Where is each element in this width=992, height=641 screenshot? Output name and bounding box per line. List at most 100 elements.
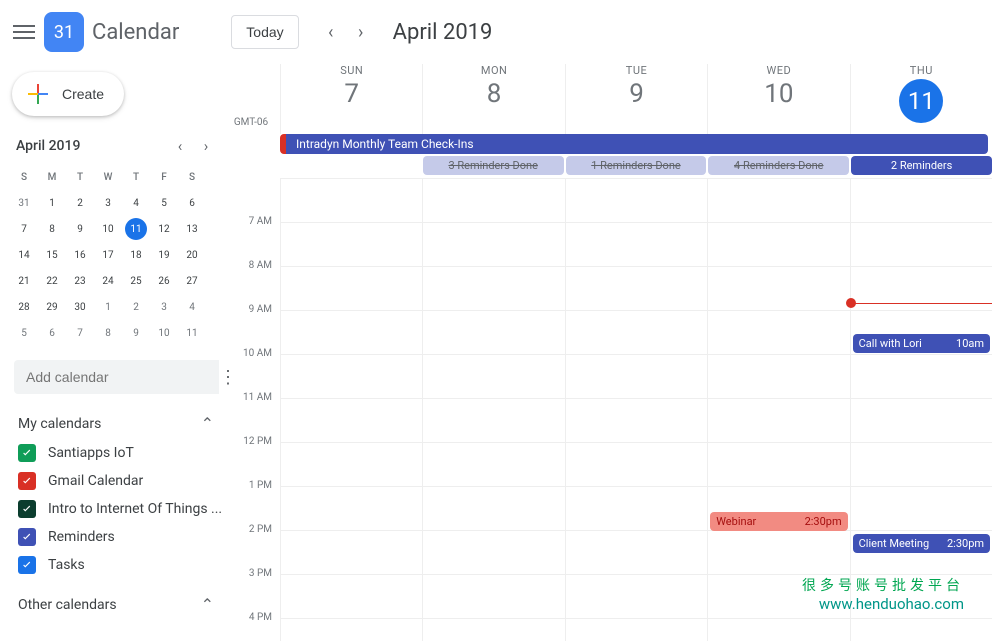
day-header[interactable]: TUE9 xyxy=(565,64,707,134)
mini-day-cell[interactable]: 6 xyxy=(38,320,66,346)
day-column[interactable] xyxy=(422,178,564,641)
day-column[interactable]: Webinar2:30pm xyxy=(707,178,849,641)
mini-day-cell[interactable]: 18 xyxy=(122,242,150,268)
mini-day-cell[interactable]: 2 xyxy=(66,190,94,216)
mini-day-cell[interactable]: 10 xyxy=(94,216,122,242)
day-column[interactable]: Call with Lori10am Client Meeting2:30pm xyxy=(850,178,992,641)
hour-label: 3 PM xyxy=(222,568,280,612)
mini-day-cell[interactable]: 4 xyxy=(122,190,150,216)
mini-day-cell[interactable]: 31 xyxy=(10,190,38,216)
mini-day-cell[interactable]: 15 xyxy=(38,242,66,268)
mini-day-cell[interactable]: 9 xyxy=(122,320,150,346)
calendar-item[interactable]: Intro to Internet Of Things ... xyxy=(14,495,222,523)
event-title: Webinar xyxy=(716,515,756,528)
calendar-event[interactable]: Webinar2:30pm xyxy=(710,512,847,531)
reminder-chip[interactable]: 3 Reminders Done xyxy=(423,156,564,175)
mini-next-button[interactable]: › xyxy=(194,134,218,158)
mini-day-cell[interactable]: 11 xyxy=(125,218,147,240)
allday-track: Intradyn Monthly Team Check-Ins 3 Remind… xyxy=(280,134,992,178)
my-calendars-header[interactable]: My calendars ⌃ xyxy=(14,408,222,439)
mini-day-cell[interactable]: 4 xyxy=(178,294,206,320)
mini-day-cell[interactable]: 3 xyxy=(94,190,122,216)
mini-day-cell[interactable]: 20 xyxy=(178,242,206,268)
mini-day-cell[interactable]: 9 xyxy=(66,216,94,242)
mini-day-cell[interactable]: 8 xyxy=(94,320,122,346)
mini-day-cell[interactable]: 5 xyxy=(150,190,178,216)
reminder-chip[interactable]: 2 Reminders xyxy=(851,156,992,175)
date-range-title: April 2019 xyxy=(393,20,493,45)
other-calendars-section: Other calendars ⌃ xyxy=(14,589,222,620)
mini-day-cell[interactable]: 28 xyxy=(10,294,38,320)
mini-day-cell[interactable]: 13 xyxy=(178,216,206,242)
watermark-cn: 很多号账号批发平台 xyxy=(802,575,964,595)
mini-day-cell[interactable]: 27 xyxy=(178,268,206,294)
mini-day-cell[interactable]: 25 xyxy=(122,268,150,294)
calendar-event[interactable]: Call with Lori10am xyxy=(853,334,990,353)
day-header[interactable]: WED10 xyxy=(707,64,849,134)
mini-day-cell[interactable]: 6 xyxy=(178,190,206,216)
mini-day-cell[interactable]: 8 xyxy=(38,216,66,242)
mini-day-cell[interactable]: 5 xyxy=(10,320,38,346)
menu-icon[interactable] xyxy=(12,20,36,44)
day-headers: GMT-06 SUN7MON8TUE9WED10THU11 xyxy=(222,64,992,134)
mini-dow: W xyxy=(94,164,122,190)
mini-day-cell[interactable]: 29 xyxy=(38,294,66,320)
time-grid[interactable]: 7 AM8 AM9 AM10 AM11 AM12 PM1 PM2 PM3 PM4… xyxy=(222,178,992,641)
mini-day-cell[interactable]: 12 xyxy=(150,216,178,242)
event-time: 10am xyxy=(956,337,984,350)
day-column[interactable] xyxy=(280,178,422,641)
checkbox-icon[interactable] xyxy=(18,500,36,518)
checkbox-icon[interactable] xyxy=(18,556,36,574)
mini-day-cell[interactable]: 7 xyxy=(10,216,38,242)
mini-day-cell[interactable]: 30 xyxy=(66,294,94,320)
mini-day-cell[interactable]: 1 xyxy=(94,294,122,320)
mini-prev-button[interactable]: ‹ xyxy=(168,134,192,158)
prev-week-button[interactable]: ‹ xyxy=(317,18,345,46)
day-header[interactable]: MON8 xyxy=(422,64,564,134)
mini-day-cell[interactable]: 7 xyxy=(66,320,94,346)
create-button[interactable]: Create xyxy=(12,72,124,116)
allday-event[interactable]: Intradyn Monthly Team Check-Ins xyxy=(280,134,988,154)
chevron-up-icon: ⌃ xyxy=(201,414,214,433)
mini-day-cell[interactable]: 10 xyxy=(150,320,178,346)
mini-day-cell[interactable]: 21 xyxy=(10,268,38,294)
mini-day-cell[interactable]: 26 xyxy=(150,268,178,294)
checkbox-icon[interactable] xyxy=(18,472,36,490)
dow-label: MON xyxy=(423,64,564,77)
mini-day-cell[interactable]: 11 xyxy=(178,320,206,346)
mini-day-cell[interactable]: 19 xyxy=(150,242,178,268)
mini-day-cell[interactable]: 2 xyxy=(122,294,150,320)
day-header[interactable]: THU11 xyxy=(850,64,992,134)
next-week-button[interactable]: › xyxy=(347,18,375,46)
mini-day-cell[interactable]: 22 xyxy=(38,268,66,294)
checkbox-icon[interactable] xyxy=(18,444,36,462)
mini-day-cell[interactable]: 16 xyxy=(66,242,94,268)
mini-day-cell[interactable]: 17 xyxy=(94,242,122,268)
calendar-item[interactable]: Santiapps IoT xyxy=(14,439,222,467)
mini-calendar[interactable]: SMTWTFS311234567891011121314151617181920… xyxy=(10,164,222,346)
reminder-chip[interactable]: 4 Reminders Done xyxy=(708,156,849,175)
mini-dow: F xyxy=(150,164,178,190)
mini-day-cell[interactable]: 24 xyxy=(94,268,122,294)
other-calendars-header[interactable]: Other calendars ⌃ xyxy=(14,589,222,620)
calendar-label: Reminders xyxy=(48,529,115,545)
day-header[interactable]: SUN7 xyxy=(280,64,422,134)
section-title: My calendars xyxy=(18,416,101,432)
dow-label: SUN xyxy=(281,64,422,77)
day-column[interactable] xyxy=(565,178,707,641)
checkbox-icon[interactable] xyxy=(18,528,36,546)
mini-day-cell[interactable]: 3 xyxy=(150,294,178,320)
today-button[interactable]: Today xyxy=(231,15,298,49)
calendar-main: GMT-06 SUN7MON8TUE9WED10THU11 Intradyn M… xyxy=(222,64,992,641)
calendar-item[interactable]: Tasks xyxy=(14,551,222,579)
mini-day-cell[interactable]: 1 xyxy=(38,190,66,216)
calendar-item[interactable]: Gmail Calendar xyxy=(14,467,222,495)
calendar-list: Santiapps IoTGmail CalendarIntro to Inte… xyxy=(14,439,222,579)
reminder-chip[interactable]: 1 Reminders Done xyxy=(566,156,707,175)
mini-day-cell[interactable]: 14 xyxy=(10,242,38,268)
calendar-item[interactable]: Reminders xyxy=(14,523,222,551)
create-label: Create xyxy=(62,86,104,102)
calendar-event[interactable]: Client Meeting2:30pm xyxy=(853,534,990,553)
add-calendar-input[interactable] xyxy=(14,360,219,394)
mini-day-cell[interactable]: 23 xyxy=(66,268,94,294)
